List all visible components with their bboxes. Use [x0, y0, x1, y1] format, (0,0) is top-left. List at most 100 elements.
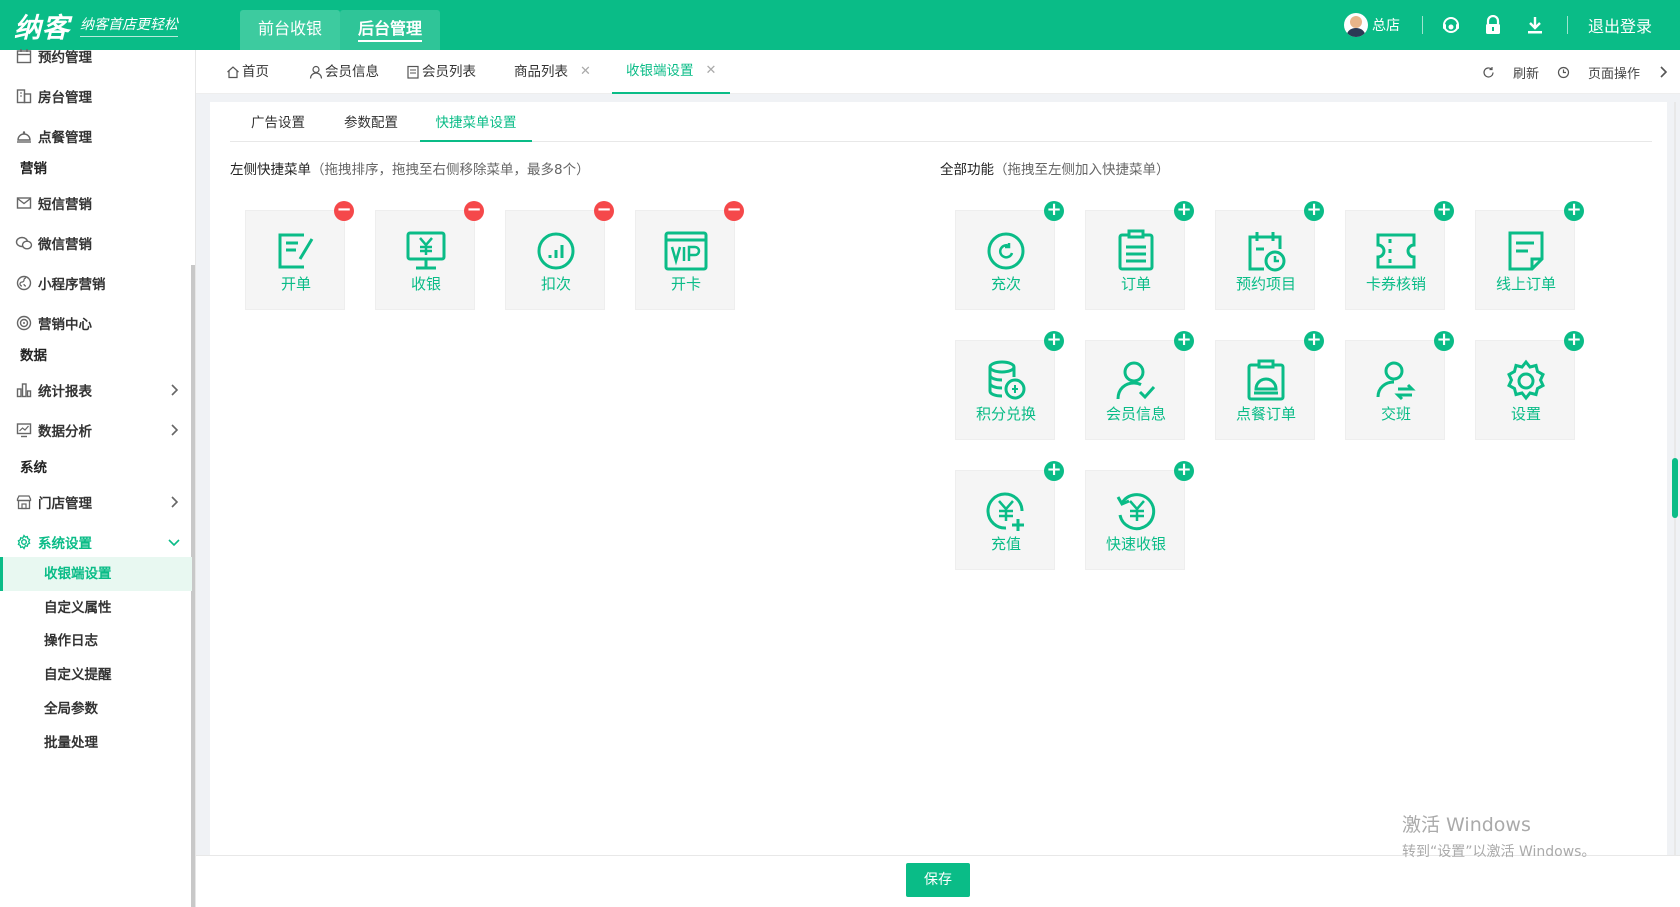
sidebar-item-wechat-marketing[interactable]: 微信营销 — [0, 223, 192, 263]
add-badge[interactable]: + — [1044, 461, 1064, 481]
tab-quick-menu-settings[interactable]: 快捷菜单设置 — [420, 106, 532, 142]
function-tile-settings[interactable]: + 设置 — [1475, 331, 1584, 440]
sidebar-item-label: 点餐管理 — [38, 130, 92, 146]
ticket-icon — [1376, 233, 1416, 269]
save-button[interactable]: 保存 — [906, 863, 970, 897]
user-menu[interactable]: 总店 — [1343, 13, 1400, 37]
tile-label: 设置 — [1510, 405, 1541, 423]
function-tile-orders[interactable]: + 订单 — [1085, 201, 1194, 310]
refresh-label: 刷新 — [1512, 66, 1539, 82]
tile-label: 交班 — [1380, 405, 1411, 423]
clipboard-icon — [1118, 229, 1154, 271]
tab-front-desk-cashier[interactable]: 前台收银 — [240, 10, 340, 50]
section-title: 全部功能 — [940, 162, 994, 178]
sidebar-item-label: 短信营销 — [38, 197, 92, 213]
sidebar-category-data: 数据 — [20, 348, 47, 364]
tab-label: 会员列表 — [422, 64, 476, 80]
close-icon[interactable]: ✕ — [706, 49, 717, 93]
tab-ad-settings[interactable]: 广告设置 — [230, 106, 326, 142]
section-hint: （拖拽排序，拖拽至右侧移除菜单，最多8个） — [311, 162, 590, 178]
top-bar: 纳客 纳客首店更轻松 前台收银 后台管理 总店 退出登录 — [0, 0, 1680, 50]
mail-icon — [14, 193, 34, 213]
main-content: 广告设置 参数配置 快捷菜单设置 左侧快捷菜单（拖拽排序，拖拽至右侧移除菜单，最… — [210, 102, 1667, 855]
add-badge[interactable]: + — [1304, 201, 1324, 221]
sidebar-item-statistics-report[interactable]: 统计报表 — [0, 370, 192, 410]
sidebar-item-label: 小程序营销 — [38, 277, 106, 293]
tile-label: 开单 — [280, 275, 311, 293]
sidebar-item-marketing-center[interactable]: 营销中心 — [0, 303, 192, 343]
tab-member-list[interactable]: 会员列表 — [406, 50, 476, 94]
refresh-button[interactable]: 刷新 — [1482, 63, 1539, 82]
sidebar-subitem-custom-reminder[interactable]: 自定义提醒 — [0, 658, 192, 692]
quick-menu-tile-open-card[interactable]: − 开卡 — [635, 201, 744, 310]
sidebar-item-label: 门店管理 — [38, 496, 92, 512]
monitor-yen-icon — [406, 231, 446, 270]
remove-badge[interactable]: − — [594, 201, 614, 221]
quick-menu-tile-open-order[interactable]: − 开单 — [245, 201, 354, 310]
customer-service-icon[interactable] — [1441, 15, 1461, 35]
function-tile-member-info[interactable]: + 会员信息 — [1085, 331, 1194, 440]
content-scrollbar-thumb[interactable] — [1672, 458, 1678, 518]
sidebar-item-ordering[interactable]: 点餐管理 — [0, 116, 192, 156]
sidebar-subitem-global-params[interactable]: 全局参数 — [0, 692, 192, 726]
remove-badge[interactable]: − — [464, 201, 484, 221]
tile-label: 扣次 — [540, 275, 571, 293]
function-tile-recharge-times[interactable]: + 充次 — [955, 201, 1064, 310]
remove-badge[interactable]: − — [334, 201, 354, 221]
download-icon[interactable] — [1525, 15, 1545, 35]
add-badge[interactable]: + — [1434, 331, 1454, 351]
sidebar-item-sms-marketing[interactable]: 短信营销 — [0, 183, 192, 223]
sidebar-item-label: 预约管理 — [38, 50, 92, 66]
add-badge[interactable]: + — [1044, 331, 1064, 351]
tab-home[interactable]: 首页 — [226, 50, 269, 94]
function-tile-quick-cashier[interactable]: + 快速收银 — [1085, 461, 1194, 570]
tab-member-info[interactable]: 会员信息 — [309, 50, 379, 94]
sidebar-item-data-analysis[interactable]: 数据分析 — [0, 410, 192, 450]
tab-backend-management[interactable]: 后台管理 — [340, 10, 440, 50]
add-badge[interactable]: + — [1174, 331, 1194, 351]
section-title: 左侧快捷菜单 — [230, 162, 311, 178]
function-tile-points-exchange[interactable]: + 积分兑换 — [955, 331, 1064, 440]
tab-param-config[interactable]: 参数配置 — [326, 106, 416, 142]
sidebar-item-store-management[interactable]: 门店管理 — [0, 482, 192, 522]
add-badge[interactable]: + — [1174, 201, 1194, 221]
settings-tabs: 广告设置 参数配置 快捷菜单设置 — [230, 106, 1652, 142]
sidebar-item-label: 营销中心 — [38, 317, 92, 333]
sidebar-subitem-cashier-settings[interactable]: 收银端设置 — [0, 557, 192, 591]
add-badge[interactable]: + — [1174, 461, 1194, 481]
remove-badge[interactable]: − — [724, 201, 744, 221]
add-badge[interactable]: + — [1564, 331, 1584, 351]
dish-icon — [14, 126, 34, 146]
function-tile-online-orders[interactable]: + 线上订单 — [1475, 201, 1584, 310]
page-operations-button[interactable]: 页面操作 — [1557, 63, 1640, 82]
function-tile-reservation-items[interactable]: + 预约项目 — [1215, 201, 1324, 310]
sidebar-subitem-operation-log[interactable]: 操作日志 — [0, 624, 192, 658]
function-tile-coupon-verify[interactable]: + 卡券核销 — [1345, 201, 1454, 310]
divider — [1566, 16, 1568, 34]
vip-card-icon — [664, 231, 708, 271]
sidebar-item-reservation[interactable]: 预约管理 — [0, 36, 192, 76]
function-tile-dining-orders[interactable]: + 点餐订单 — [1215, 331, 1324, 440]
add-badge[interactable]: + — [1044, 201, 1064, 221]
quick-menu-tile-cashier[interactable]: − 收银 — [375, 201, 484, 310]
sidebar-item-room[interactable]: 房台管理 — [0, 76, 192, 116]
logout-button[interactable]: 退出登录 — [1588, 13, 1652, 37]
sidebar-item-system-settings[interactable]: 系统设置 — [0, 522, 192, 562]
sidebar-subitem-custom-attributes[interactable]: 自定义属性 — [0, 591, 192, 625]
function-tile-shift-handover[interactable]: + 交班 — [1345, 331, 1454, 440]
tile-label: 充值 — [990, 535, 1021, 553]
chevron-right-icon[interactable] — [1658, 65, 1670, 79]
home-icon — [227, 66, 239, 79]
add-badge[interactable]: + — [1304, 331, 1324, 351]
tab-product-list[interactable]: 商品列表 ✕ — [514, 50, 591, 94]
lock-icon[interactable] — [1483, 15, 1503, 35]
tab-cashier-settings[interactable]: 收银端设置 ✕ — [612, 49, 731, 94]
close-icon[interactable]: ✕ — [580, 50, 591, 94]
add-badge[interactable]: + — [1434, 201, 1454, 221]
sidebar-subitem-batch-processing[interactable]: 批量处理 — [0, 726, 192, 760]
target-icon — [14, 313, 34, 333]
add-badge[interactable]: + — [1564, 201, 1584, 221]
function-tile-top-up[interactable]: + 充值 — [955, 461, 1064, 570]
quick-menu-tile-deduct[interactable]: − 扣次 — [505, 201, 614, 310]
sidebar-item-miniprogram-marketing[interactable]: 小程序营销 — [0, 263, 192, 303]
